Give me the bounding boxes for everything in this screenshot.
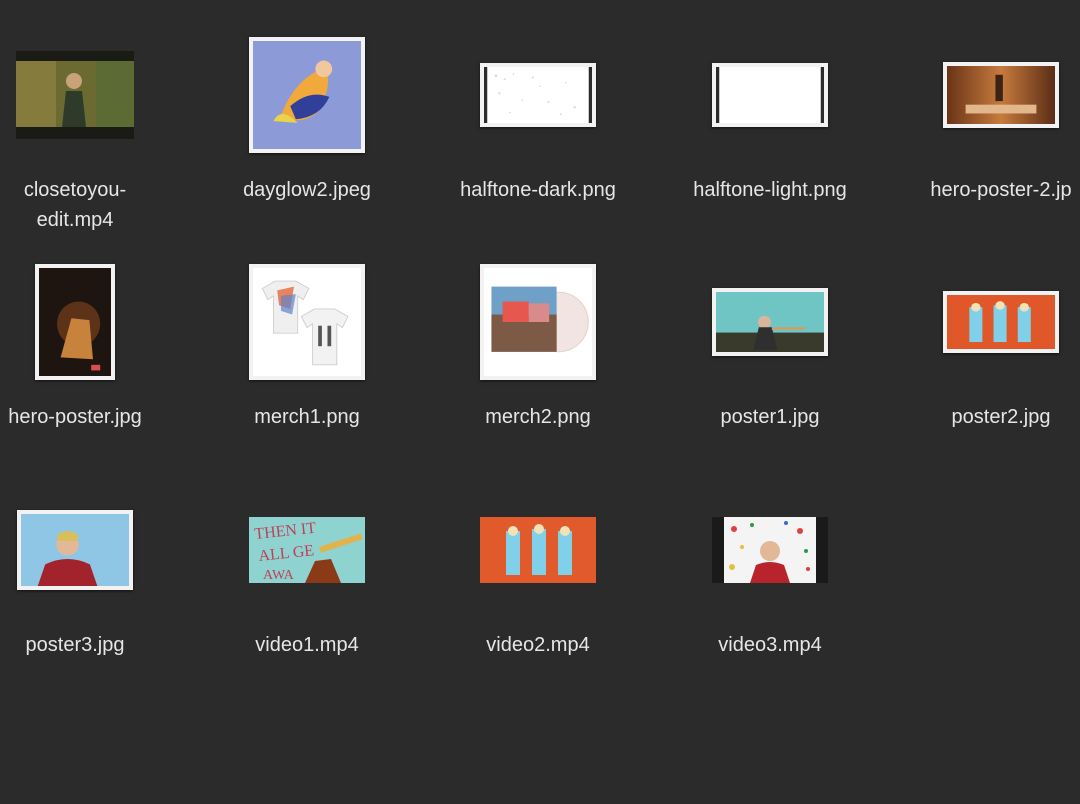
thumbnail-container[interactable] [418,490,658,610]
thumbnail-container[interactable] [0,35,195,155]
image-thumbnail[interactable] [249,264,365,380]
file-item[interactable]: merch1.png [187,262,427,432]
file-item[interactable]: dayglow2.jpeg [187,35,427,205]
file-name-label[interactable]: video2.mp4 [486,630,589,660]
image-thumbnail[interactable] [17,510,133,590]
file-item[interactable]: poster1.jpg [650,262,890,432]
file-name-line: video1.mp4 [255,634,359,656]
file-name-label[interactable]: poster3.jpg [26,630,125,660]
thumbnail-container[interactable] [418,35,658,155]
thumbnail-container[interactable] [650,262,890,382]
svg-text:AWA: AWA [263,568,295,583]
image-thumbnail[interactable] [943,62,1059,128]
image-thumbnail[interactable] [480,63,596,127]
thumbnail-container[interactable] [881,262,1080,382]
thumbnail-container[interactable] [881,35,1080,155]
file-name-line: poster1.jpg [720,406,820,428]
image-thumbnail[interactable] [712,63,828,127]
file-item[interactable]: hero-poster-2.jp [881,35,1080,205]
file-name-line: merch2.png [485,406,591,428]
image-thumbnail[interactable] [712,288,828,356]
thumbnail-container[interactable] [650,35,890,155]
file-name-label[interactable]: video1.mp4 [255,630,358,660]
thumbnail-container[interactable] [418,262,658,382]
file-item[interactable]: video3.mp4 [650,490,890,660]
file-name-line: hero-poster-2.jp [930,179,1072,201]
file-item[interactable]: poster3.jpg [0,490,195,660]
file-name-label[interactable]: merch2.png [485,402,591,432]
file-name-line: dayglow2.jpeg [243,179,371,201]
file-name-label[interactable]: video3.mp4 [718,630,821,660]
file-name-line: poster2.jpg [951,406,1051,428]
file-item[interactable]: closetoyou-edit.mp4 [0,35,195,235]
file-name-label[interactable]: merch1.png [254,402,360,432]
file-name-label[interactable]: hero-poster.jpg [8,402,141,432]
video-thumbnail[interactable] [712,517,828,583]
video-thumbnail[interactable]: THEN IT ALL GE AWA [249,517,365,583]
file-item[interactable]: poster2.jpg [881,262,1080,432]
file-name-line: closetoyou- [23,179,127,201]
file-name-line: poster3.jpg [25,634,125,656]
thumbnail-container[interactable] [650,490,890,610]
video-thumbnail[interactable] [480,517,596,583]
file-icon-grid: closetoyou-edit.mp4 dayglow2.jpeg halfto… [0,0,1080,804]
file-item[interactable]: merch2.png [418,262,658,432]
video-thumbnail[interactable] [16,51,134,139]
thumbnail-container[interactable] [0,262,195,382]
file-name-label[interactable]: poster1.jpg [721,402,820,432]
file-item[interactable]: hero-poster.jpg [0,262,195,432]
file-item[interactable]: THEN IT ALL GE AWA video1.mp4 [187,490,427,660]
file-name-line: video3.mp4 [718,634,822,656]
file-name-line: video2.mp4 [486,634,590,656]
image-thumbnail[interactable] [943,291,1059,353]
file-name-label[interactable]: halftone-dark.png [460,175,616,205]
file-item[interactable]: halftone-dark.png [418,35,658,205]
file-name-line: edit.mp4 [36,209,114,231]
image-thumbnail[interactable] [35,264,115,380]
thumbnail-container[interactable] [187,35,427,155]
thumbnail-container[interactable]: THEN IT ALL GE AWA [187,490,427,610]
file-name-line: merch1.png [254,406,360,428]
file-name-label[interactable]: poster2.jpg [952,402,1051,432]
file-name-line: hero-poster.jpg [8,406,142,428]
file-name-label[interactable]: hero-poster-2.jp [930,175,1071,205]
file-name-line: halftone-dark.png [460,179,616,201]
file-item[interactable]: video2.mp4 [418,490,658,660]
file-name-line: halftone-light.png [693,179,847,201]
file-item[interactable]: halftone-light.png [650,35,890,205]
thumbnail-container[interactable] [187,262,427,382]
image-thumbnail[interactable] [480,264,596,380]
file-name-label[interactable]: dayglow2.jpeg [243,175,371,205]
file-name-label[interactable]: halftone-light.png [693,175,846,205]
thumbnail-container[interactable] [0,490,195,610]
image-thumbnail[interactable] [249,37,365,153]
file-name-label[interactable]: closetoyou-edit.mp4 [24,175,126,235]
